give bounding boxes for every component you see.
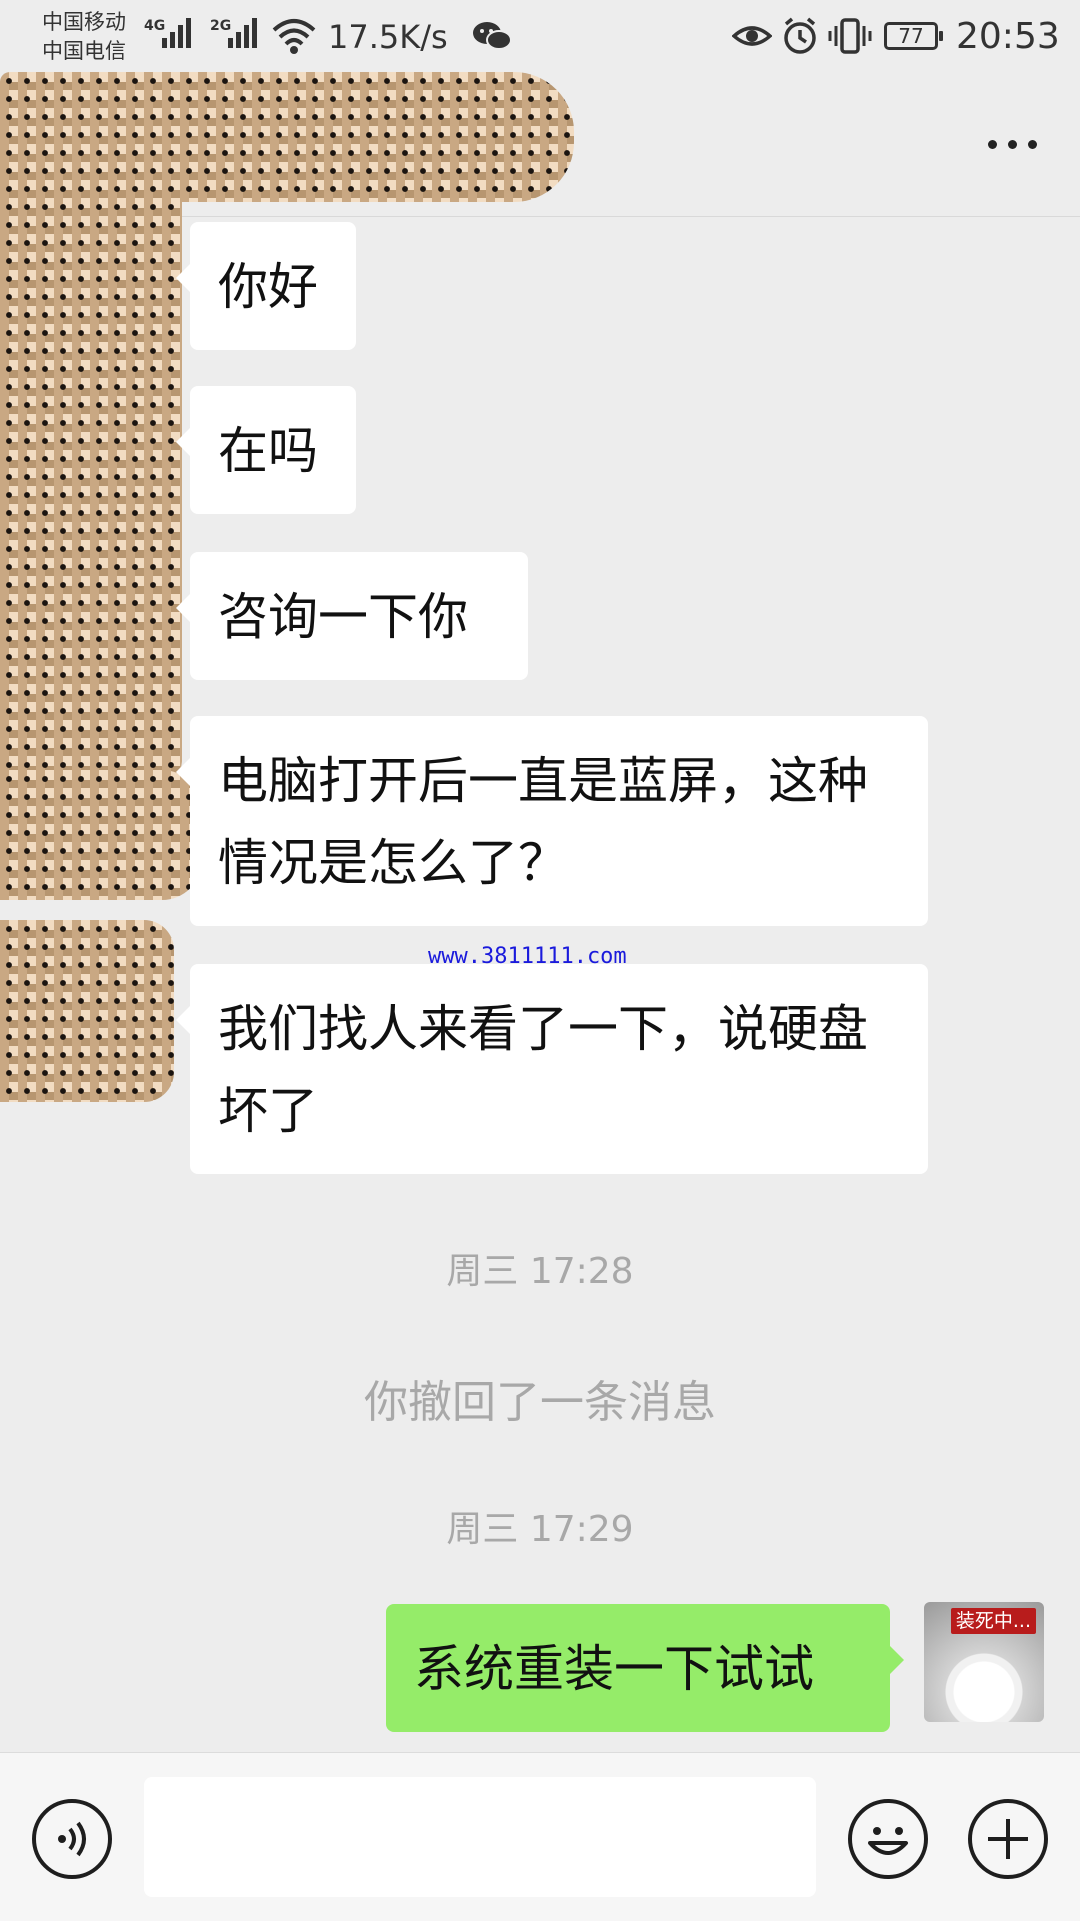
redacted-avatar <box>0 180 182 790</box>
timestamp: 周三 17:28 <box>446 1251 634 1292</box>
input-bar <box>0 1752 1080 1921</box>
emoji-icon[interactable] <box>848 1799 928 1879</box>
status-bar: 中国移动 中国电信 4G 2G 17.5K/s 77 20:53 <box>0 0 1080 76</box>
my-avatar[interactable]: 装死中... <box>924 1602 1044 1722</box>
wechat-icon <box>473 22 512 50</box>
clock: 20:53 <box>956 16 1060 57</box>
voice-icon[interactable] <box>32 1799 112 1879</box>
signal-icon-1 <box>162 18 191 48</box>
message-bubble[interactable]: 在吗 <box>176 386 356 514</box>
wifi-icon <box>272 19 316 54</box>
carrier-2: 中国电信 <box>42 39 126 63</box>
signal-icon-2 <box>228 18 257 48</box>
vibrate-icon <box>828 18 872 54</box>
timestamp: 周三 17:29 <box>446 1509 634 1550</box>
eye-icon <box>732 26 772 46</box>
my-message-bubble[interactable]: 系统重装一下试试 <box>386 1604 904 1732</box>
more-dots-icon[interactable] <box>984 132 1040 156</box>
message-bubble[interactable]: 咨询一下你 <box>176 552 528 680</box>
message-text: 电脑打开后一直是蓝屏，这种情况是怎么了？ <box>218 752 868 892</box>
avatar-sign-text: 装死中... <box>950 1608 1036 1634</box>
message-text: 你好 <box>218 258 318 316</box>
battery-icon: 77 <box>884 22 943 50</box>
message-bubble[interactable]: 我们找人来看了一下，说硬盘坏了 <box>176 964 928 1174</box>
carrier-1: 中国移动 <box>42 10 126 34</box>
message-text: 在吗 <box>218 422 318 480</box>
plus-icon[interactable] <box>968 1799 1048 1879</box>
message-bubble[interactable]: 你好 <box>176 222 356 350</box>
recall-notice: 你撤回了一条消息 <box>364 1377 716 1428</box>
network-speed: 17.5K/s <box>328 18 448 56</box>
message-text: 咨询一下你 <box>218 588 468 646</box>
message-input[interactable] <box>144 1777 816 1897</box>
message-text: 系统重装一下试试 <box>414 1640 814 1698</box>
message-bubble[interactable]: 电脑打开后一直是蓝屏，这种情况是怎么了？ <box>176 716 928 926</box>
message-text: 我们找人来看了一下，说硬盘坏了 <box>218 1000 868 1140</box>
redacted-avatar <box>0 770 202 900</box>
redacted-avatar <box>0 920 174 1102</box>
carrier-names: 中国移动 中国电信 <box>42 8 126 66</box>
alarm-icon <box>784 17 816 54</box>
